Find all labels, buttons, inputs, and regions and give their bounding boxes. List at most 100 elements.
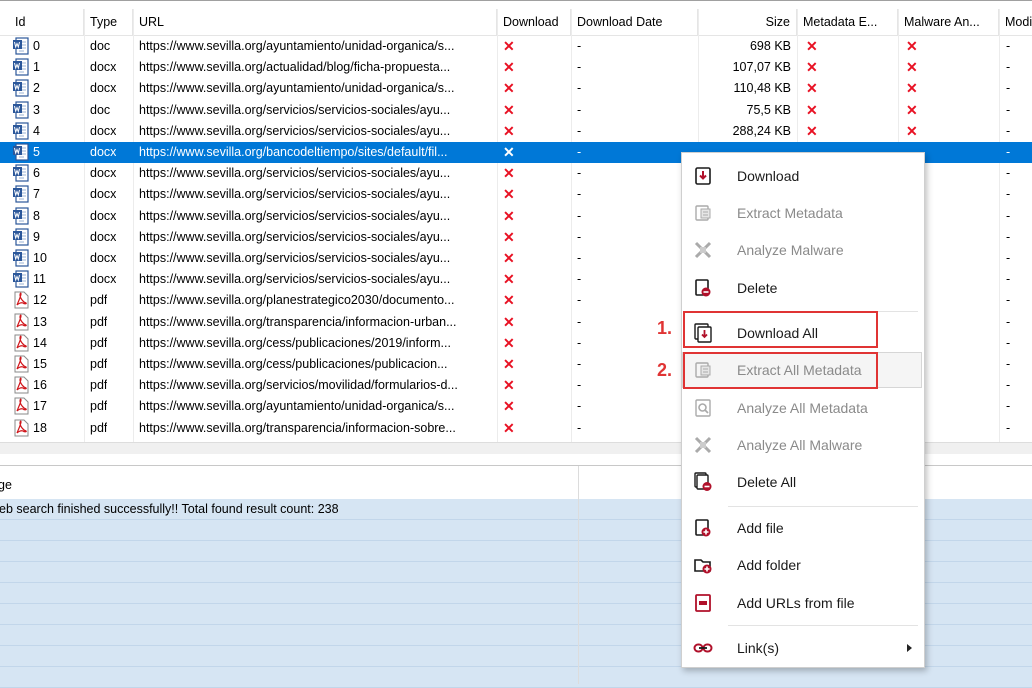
cell-mod: - [1006,208,1011,223]
cell-url: https://www.sevilla.org/cess/publicacion… [139,335,451,350]
menu-delete[interactable]: Delete [682,272,924,304]
cell-url: https://www.sevilla.org/servicios/servic… [139,208,451,223]
word-file-icon [13,185,29,203]
cell-type: pdf [90,314,108,329]
cell-download: ✕ [503,122,515,139]
add-folder-icon [694,559,712,574]
menu-delete-all-label: Delete All [737,474,797,490]
cell-id: 12 [33,293,47,308]
cell-date: - [577,251,582,265]
download-icon [695,167,711,185]
cell-type: docx [90,251,117,265]
cell-meta: ✕ [806,80,818,97]
cell-type: docx [90,123,117,138]
col-malware[interactable]: Malware An... [898,9,999,35]
cell-date: - [577,293,582,308]
cell-mod: - [1006,81,1011,96]
cell-date: - [577,81,582,96]
cell-date: - [577,420,582,435]
delete-icon [695,279,711,297]
menu-add-urls[interactable]: Add URLs from file [682,587,924,619]
cell-type: docx [90,145,117,159]
cell-mod: - [1006,60,1011,75]
table-row[interactable]: 1 docx https://www.sevilla.org/actualidad/… [0,57,1032,78]
cell-type: docx [90,60,117,75]
cell-id: 4 [33,123,40,138]
cell-download: ✕ [503,186,515,203]
word-file-icon [13,37,29,55]
cell-download: ✕ [503,144,515,160]
cell-download: ✕ [503,334,515,351]
cell-download: ✕ [503,377,515,394]
cell-url: https://www.sevilla.org/servicios/servic… [139,251,451,265]
cell-type: pdf [90,420,108,435]
col-size[interactable]: Size [698,9,797,35]
submenu-arrow-icon [907,644,912,652]
cell-url: https://www.sevilla.org/bancodeltiempo/s… [139,145,448,159]
menu-analyze-all-malware[interactable]: Analyze All Malware [682,429,924,461]
annotation-number-1: 1. [657,318,673,338]
menu-add-file[interactable]: Add file [682,512,924,544]
word-file-icon [13,249,29,267]
pdf-file-icon [13,291,29,309]
menu-extract-metadata[interactable]: Extract Metadata [682,197,924,229]
menu-delete-all[interactable]: Delete All [682,466,924,498]
cell-url: https://www.sevilla.org/servicios/servic… [139,102,451,117]
table-row[interactable]: 0 doc https://www.sevilla.org/ayuntamiento… [0,36,1032,57]
cell-mal: ✕ [906,122,918,139]
table-row[interactable]: 2 docx https://www.sevilla.org/ayuntamient… [0,78,1032,99]
annotation-number-2: 2. [657,360,673,380]
cell-download: ✕ [503,207,515,224]
col-metadata[interactable]: Metadata E... [797,9,898,35]
malware-icon [694,241,712,259]
col-id[interactable]: Id [0,9,84,35]
col-type[interactable]: Type [84,9,133,35]
col-modified[interactable]: Modi [999,9,1032,35]
cell-size: 698 KB [749,39,791,53]
cell-id: 1 [33,60,40,75]
cell-url: https://www.sevilla.org/servicios/servic… [139,272,451,287]
menu-analyze-all-metadata-label: Analyze All Metadata [737,400,868,416]
menu-download[interactable]: Download [682,160,924,192]
word-file-icon [13,143,29,161]
cell-id: 13 [33,314,47,329]
cell-download: ✕ [503,228,515,245]
col-download-date[interactable]: Download Date [571,9,698,35]
menu-links-label: Link(s) [737,640,780,656]
cell-date: - [577,39,582,53]
col-url[interactable]: URL [133,9,497,35]
malware-icon [694,436,712,454]
menu-analyze-all-metadata[interactable]: Analyze All Metadata [682,392,924,424]
cell-date: - [577,229,582,244]
cell-download: ✕ [503,398,515,415]
cell-id: 10 [33,251,47,265]
table-row[interactable]: 3 doc https://www.sevilla.org/servicios/se… [0,100,1032,121]
cell-type: docx [90,166,117,181]
word-file-icon [13,206,29,225]
cell-download: ✕ [503,38,515,54]
context-menu: Download Extract Metadata Analyze Malwar… [681,152,925,668]
cell-id: 8 [33,208,40,223]
cell-date: - [577,60,582,75]
cell-mod: - [1006,187,1011,202]
cell-type: doc [90,39,111,53]
cell-mod: - [1006,251,1011,265]
cell-date: - [577,123,582,138]
cell-mod: - [1006,229,1011,244]
log-row [0,667,1032,688]
cell-mod: - [1006,39,1011,53]
menu-add-folder[interactable]: Add folder [682,549,924,581]
cell-mod: - [1006,102,1011,117]
table-row[interactable]: 4 docx https://www.sevilla.org/servicios/s… [0,121,1032,142]
grid-header: Id Type URL Download Download Date Size … [0,9,1032,36]
menu-analyze-malware[interactable]: Analyze Malware [682,234,924,266]
cell-download: ✕ [503,292,515,309]
col-download[interactable]: Download [497,9,571,35]
url-file-icon [695,594,711,612]
menu-links[interactable]: Link(s) [682,632,924,664]
cell-mal: ✕ [906,101,918,118]
word-file-icon [13,122,29,140]
menu-download-label: Download [737,168,800,184]
cell-url: https://www.sevilla.org/actualidad/blog/… [139,60,451,75]
cell-id: 17 [33,399,47,414]
